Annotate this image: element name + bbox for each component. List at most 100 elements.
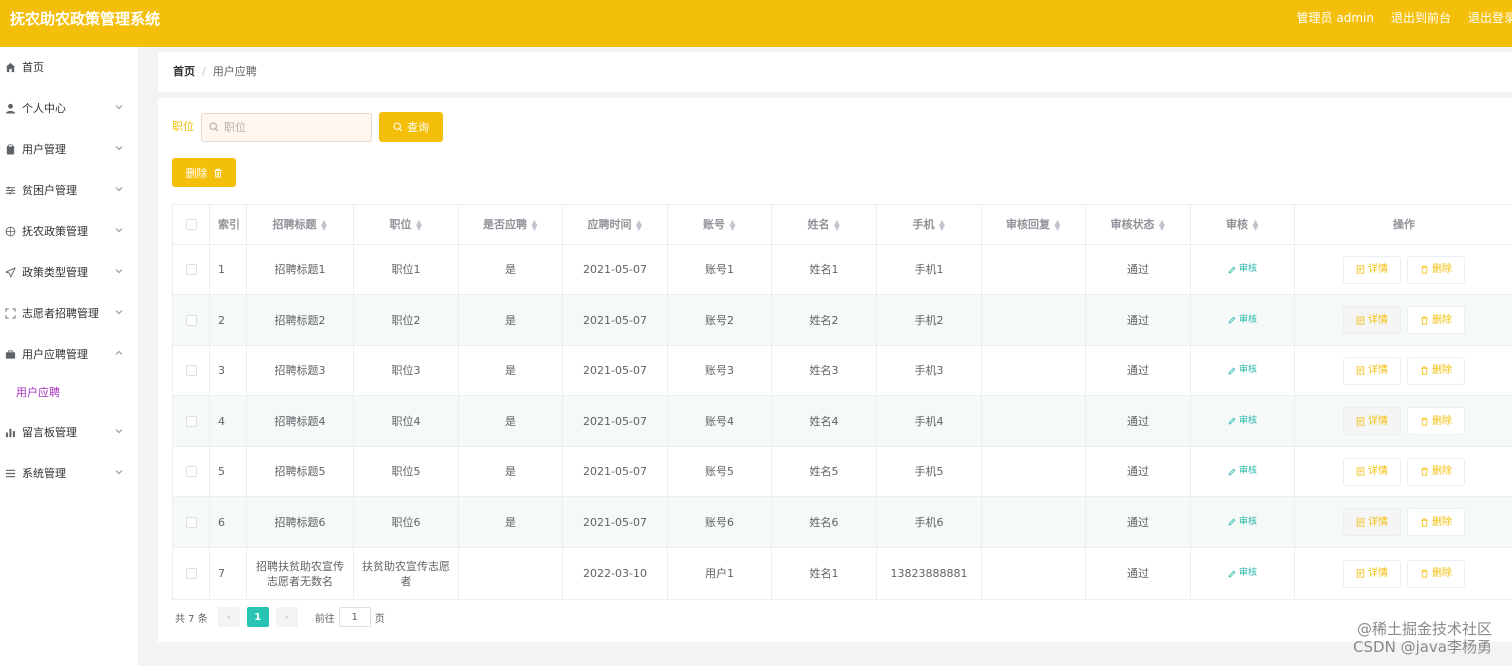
cell-reply [982,447,1086,496]
delete-row-button[interactable]: 删除 [1407,356,1465,385]
detail-button[interactable]: 详情 [1343,255,1401,284]
select-all-checkbox[interactable] [185,219,197,230]
header-name-cell[interactable]: 姓名 ▲ ▼ [772,205,877,244]
row-checkbox[interactable] [185,568,197,579]
header-time-cell[interactable]: 应聘时间 ▲ ▼ [563,205,668,244]
delete-row-button[interactable]: 删除 [1407,255,1465,284]
sort-icon[interactable]: ▲ ▼ [1054,218,1061,231]
row-checkbox[interactable] [185,264,197,275]
cell-phone: 手机6 [877,497,982,547]
sort-icon[interactable]: ▲ ▼ [729,218,736,231]
sidebar-item-personal-center[interactable]: 个人中心 [0,93,138,123]
detail-button[interactable]: 详情 [1343,407,1401,435]
sort-icon[interactable]: ▲ ▼ [321,218,328,231]
cell-status: 通过 [1086,497,1191,547]
header-hired-cell[interactable]: 是否应聘 ▲ ▼ [459,205,563,244]
cell-ops: 详情 删除 [1295,447,1512,496]
sort-icon[interactable]: ▲ ▼ [531,218,538,231]
sidebar-item-poor-household-management[interactable]: 贫困户管理 [0,175,138,205]
detail-button[interactable]: 详情 [1343,356,1401,385]
audit-link[interactable]: 审核 [1228,464,1257,479]
detail-button[interactable]: 详情 [1343,457,1401,486]
header-audit-cell[interactable]: 审核 ▲ ▼ [1191,205,1295,244]
audit-link[interactable]: 审核 [1228,566,1257,581]
chevron-down-icon [115,228,123,233]
sidebar-item-user-application-management[interactable]: 用户应聘管理 [0,339,138,369]
audit-link-label: 审核 [1238,415,1257,426]
audit-link-label: 审核 [1238,516,1257,527]
search-icon [393,122,403,132]
cell-status: 通过 [1086,245,1191,294]
cell-account: 账号4 [668,396,772,446]
logout-link[interactable]: 退出登录 [1468,11,1512,25]
audit-link[interactable]: 审核 [1228,515,1257,530]
sort-icon[interactable]: ▲ ▼ [939,218,946,231]
sidebar-subitem-user-application[interactable]: 用户应聘 [0,379,138,405]
delete-row-button[interactable]: 删除 [1407,306,1465,334]
sort-icon[interactable]: ▲ ▼ [416,218,423,231]
row-checkbox[interactable] [185,516,197,528]
trash-icon [1421,518,1428,527]
audit-link[interactable]: 审核 [1228,363,1257,378]
cell-time-text: 2021-05-07 [583,313,647,327]
search-input[interactable] [224,119,364,136]
cell-time: 2021-05-07 [563,346,668,395]
cell-ops: 详情 删除 [1295,346,1512,395]
header-phone-cell[interactable]: 手机 ▲ ▼ [877,205,982,244]
header-account-cell[interactable]: 账号 ▲ ▼ [668,205,772,244]
edit-icon [1228,570,1236,578]
header-status-cell[interactable]: 审核状态 ▲ ▼ [1086,205,1191,244]
header-position-cell[interactable]: 职位 ▲ ▼ [354,205,459,244]
admin-user-label[interactable]: 管理员 admin [1297,11,1374,25]
sidebar-item-system-management[interactable]: 系统管理 [0,458,138,488]
cell-account-text: 账号1 [705,263,734,276]
sort-icon[interactable]: ▲ ▼ [1159,218,1166,231]
sidebar-item-volunteer-recruitment-management[interactable]: 志愿者招聘管理 [0,298,138,328]
sort-icon[interactable]: ▲ ▼ [834,218,841,231]
person-icon [4,102,16,114]
sidebar-item-user-management[interactable]: 用户管理 [0,134,138,164]
row-checkbox[interactable] [185,415,197,427]
cell-name: 姓名5 [772,447,877,496]
sort-icon[interactable]: ▲ ▼ [636,218,643,231]
frontend-link[interactable]: 退出到前台 [1391,11,1451,25]
cell-hired: 是 [459,245,563,294]
next-page-button[interactable]: › [275,607,298,627]
audit-link[interactable]: 审核 [1228,313,1257,328]
delete-row-button[interactable]: 删除 [1407,407,1465,435]
delete-row-button[interactable]: 删除 [1407,457,1465,486]
row-checkbox[interactable] [185,314,197,326]
goto-page-input[interactable] [338,607,371,627]
delete-row-button[interactable]: 删除 [1407,508,1465,536]
header-reply-cell[interactable]: 审核回复 ▲ ▼ [982,205,1086,244]
detail-button[interactable]: 详情 [1343,559,1401,588]
cell-hired: 是 [459,346,563,395]
audit-link[interactable]: 审核 [1228,262,1257,277]
audit-link[interactable]: 审核 [1228,414,1257,429]
document-icon [1356,265,1365,274]
cell-index: 2 [210,295,247,345]
delete-row-button[interactable]: 删除 [1407,559,1465,588]
breadcrumb: 首页 / 用户应聘 [173,65,257,79]
page-number-button[interactable]: 1 [246,607,269,627]
header-title-cell[interactable]: 招聘标题 ▲ ▼ [247,205,354,244]
header-title: 招聘标题 [272,218,317,231]
search-field[interactable] [201,113,372,142]
sidebar-item-home[interactable]: 首页 [0,52,138,82]
sidebar-item-label: 志愿者招聘管理 [22,307,99,320]
briefcase-icon [4,348,16,360]
sidebar-item-policy-management[interactable]: 抚农政策管理 [0,216,138,246]
detail-button[interactable]: 详情 [1343,306,1401,334]
sidebar-item-policy-type-management[interactable]: 政策类型管理 [0,257,138,287]
query-button[interactable]: 查询 [379,112,443,142]
sidebar-item-message-board-management[interactable]: 留言板管理 [0,417,138,447]
bulk-delete-button[interactable]: 删除 [172,158,236,187]
detail-button[interactable]: 详情 [1343,508,1401,536]
breadcrumb-home[interactable]: 首页 [173,65,195,79]
cell-reply [982,245,1086,294]
edit-icon [1228,417,1236,425]
row-checkbox[interactable] [185,466,197,477]
row-checkbox[interactable] [185,365,197,376]
prev-page-button[interactable]: ‹ [217,607,240,627]
sort-icon[interactable]: ▲ ▼ [1252,218,1259,231]
